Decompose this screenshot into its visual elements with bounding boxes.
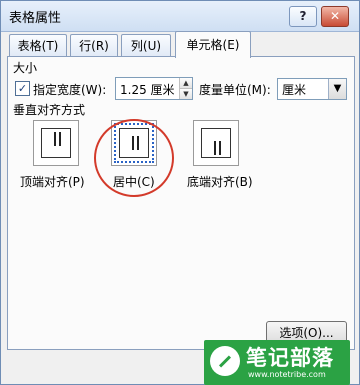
chevron-down-icon[interactable]: ▼	[328, 79, 346, 99]
spin-up-icon[interactable]: ▲	[180, 78, 192, 88]
tab-column[interactable]: 列(U)	[121, 34, 171, 57]
watermark: 笔记部落 www.notetribe.com	[204, 340, 350, 385]
unit-label: 度量单位(M):	[199, 83, 271, 97]
close-button[interactable]: ✕	[321, 6, 349, 27]
align-bottom-option[interactable]	[193, 120, 239, 166]
watermark-url: www.notetribe.com	[248, 370, 326, 379]
watermark-text: 笔记部落	[246, 346, 334, 370]
tab-cell[interactable]: 单元格(E)	[175, 31, 251, 58]
width-value: 1.25 厘米	[120, 83, 175, 97]
align-top-option[interactable]	[33, 120, 79, 166]
tab-table[interactable]: 表格(T)	[9, 34, 67, 57]
width-spinner[interactable]: ▲ ▼	[179, 78, 192, 99]
valign-group-label: 垂直对齐方式	[13, 103, 86, 117]
pen-icon	[210, 346, 240, 376]
unit-value: 厘米	[282, 83, 307, 97]
title-bar: 表格属性 ? ✕	[1, 1, 359, 32]
table-properties-dialog: 表格属性 ? ✕ 表格(T) 行(R) 列(U) 单元格(E) 大小 ✓ 指定宽…	[0, 0, 360, 385]
spin-down-icon[interactable]: ▼	[180, 88, 192, 99]
tab-row[interactable]: 行(R)	[70, 34, 118, 57]
size-group-label: 大小	[13, 61, 38, 75]
highlight-circle	[94, 119, 174, 197]
specify-width-checkbox[interactable]: ✓	[15, 81, 30, 96]
window-title: 表格属性	[9, 11, 62, 26]
unit-select[interactable]: 厘米 ▼	[277, 78, 347, 100]
align-bottom-icon	[201, 128, 231, 158]
help-button[interactable]: ?	[289, 6, 317, 27]
align-top-icon	[41, 128, 71, 158]
width-input[interactable]: 1.25 厘米 ▲ ▼	[115, 77, 193, 100]
align-bottom-label: 底端对齐(B)	[187, 175, 253, 189]
align-top-label: 顶端对齐(P)	[20, 175, 85, 189]
specify-width-label: 指定宽度(W):	[33, 83, 107, 97]
